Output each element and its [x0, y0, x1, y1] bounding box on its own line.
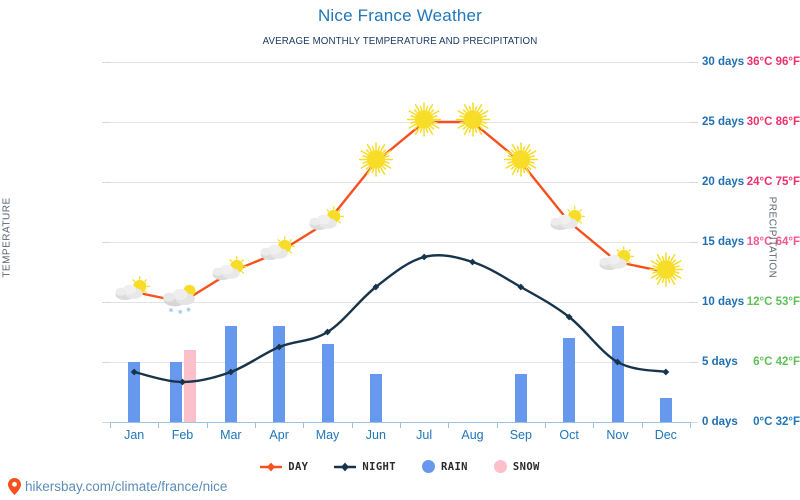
temperature-tick — [102, 122, 110, 123]
footer-url[interactable]: hikersbay.com/climate/france/nice — [25, 479, 227, 494]
sun-behind-cloud-icon — [112, 276, 156, 308]
sun-icon — [406, 101, 442, 142]
legend-label: SNOW — [512, 460, 540, 473]
rain-bar — [369, 374, 382, 422]
precipitation-tick-label: 25 days — [702, 116, 745, 128]
legend-item-night[interactable]: NIGHT — [334, 461, 396, 473]
rain-bar — [273, 326, 286, 422]
sun-icon — [454, 101, 491, 142]
chart-legend: DAY NIGHT RAIN SNOW — [0, 460, 800, 473]
precipitation-tick — [690, 422, 698, 423]
sun-icon — [503, 141, 539, 182]
page-title: Nice France Weather — [317, 6, 483, 25]
sun-behind-cloud-icon — [306, 206, 350, 238]
sun-icon — [358, 141, 394, 182]
precipitation-tick-label: 30 days — [702, 56, 745, 68]
snow-swatch-icon — [493, 460, 507, 473]
footer[interactable]: hikersbay.com/climate/france/nice — [8, 478, 227, 495]
rain-bar — [128, 362, 141, 422]
snow-cloud-icon — [160, 282, 206, 323]
precipitation-tick-label: 20 days — [702, 176, 745, 188]
rain-swatch-icon — [422, 460, 435, 473]
rain-bar — [659, 398, 672, 422]
rain-bar — [611, 326, 624, 422]
rain-bar — [224, 326, 237, 422]
location-pin-icon — [8, 478, 21, 495]
legend-label: NIGHT — [362, 460, 396, 473]
rain-bar — [169, 362, 182, 422]
x-axis-label-dec: Dec — [654, 428, 677, 442]
temperature-tick — [102, 302, 110, 303]
rain-bar — [321, 344, 334, 422]
precipitation-tick-label: 10 days — [702, 296, 745, 308]
rain-bar — [514, 374, 527, 422]
temperature-tick — [102, 422, 110, 423]
precipitation-tick — [690, 242, 698, 243]
precipitation-tick-label: 0 days — [702, 416, 738, 428]
rain-bar — [563, 338, 576, 422]
precipitation-tick — [690, 122, 698, 123]
day-line-marker-icon — [259, 461, 283, 473]
temperature-tick — [102, 62, 110, 63]
sun-behind-cloud-icon — [209, 256, 253, 288]
sun-icon — [648, 251, 684, 292]
precipitation-tick-label: 5 days — [702, 356, 738, 368]
temperature-tick — [102, 182, 110, 183]
legend-item-rain[interactable]: RAIN — [422, 460, 468, 473]
sun-behind-cloud-icon — [547, 206, 591, 238]
page-subtitle: AVERAGE MONTHLY TEMPERATURE AND PRECIPIT… — [262, 35, 538, 47]
temperature-axis-title: TEMPERATURE — [1, 197, 13, 278]
precipitation-tick — [690, 362, 698, 363]
precipitation-tick-label: 15 days — [702, 236, 745, 248]
sun-behind-cloud-icon — [596, 246, 640, 278]
weather-chart-page: Nice France Weather AVERAGE MONTHLY TEMP… — [0, 0, 800, 500]
sun-behind-cloud-icon — [257, 236, 301, 268]
legend-label: RAIN — [441, 460, 468, 473]
precipitation-tick — [690, 302, 698, 303]
precipitation-bars — [110, 62, 690, 422]
temperature-tick — [102, 242, 110, 243]
precipitation-tick — [690, 182, 698, 183]
snow-bar — [183, 350, 196, 422]
temperature-tick — [102, 362, 110, 363]
precipitation-tick — [690, 62, 698, 63]
legend-item-day[interactable]: DAY — [259, 460, 309, 473]
night-line-marker-icon — [334, 461, 357, 473]
legend-label: DAY — [288, 460, 309, 473]
legend-item-snow[interactable]: SNOW — [493, 460, 540, 473]
precipitation-axis-title: PRECIPITATION — [766, 196, 778, 279]
